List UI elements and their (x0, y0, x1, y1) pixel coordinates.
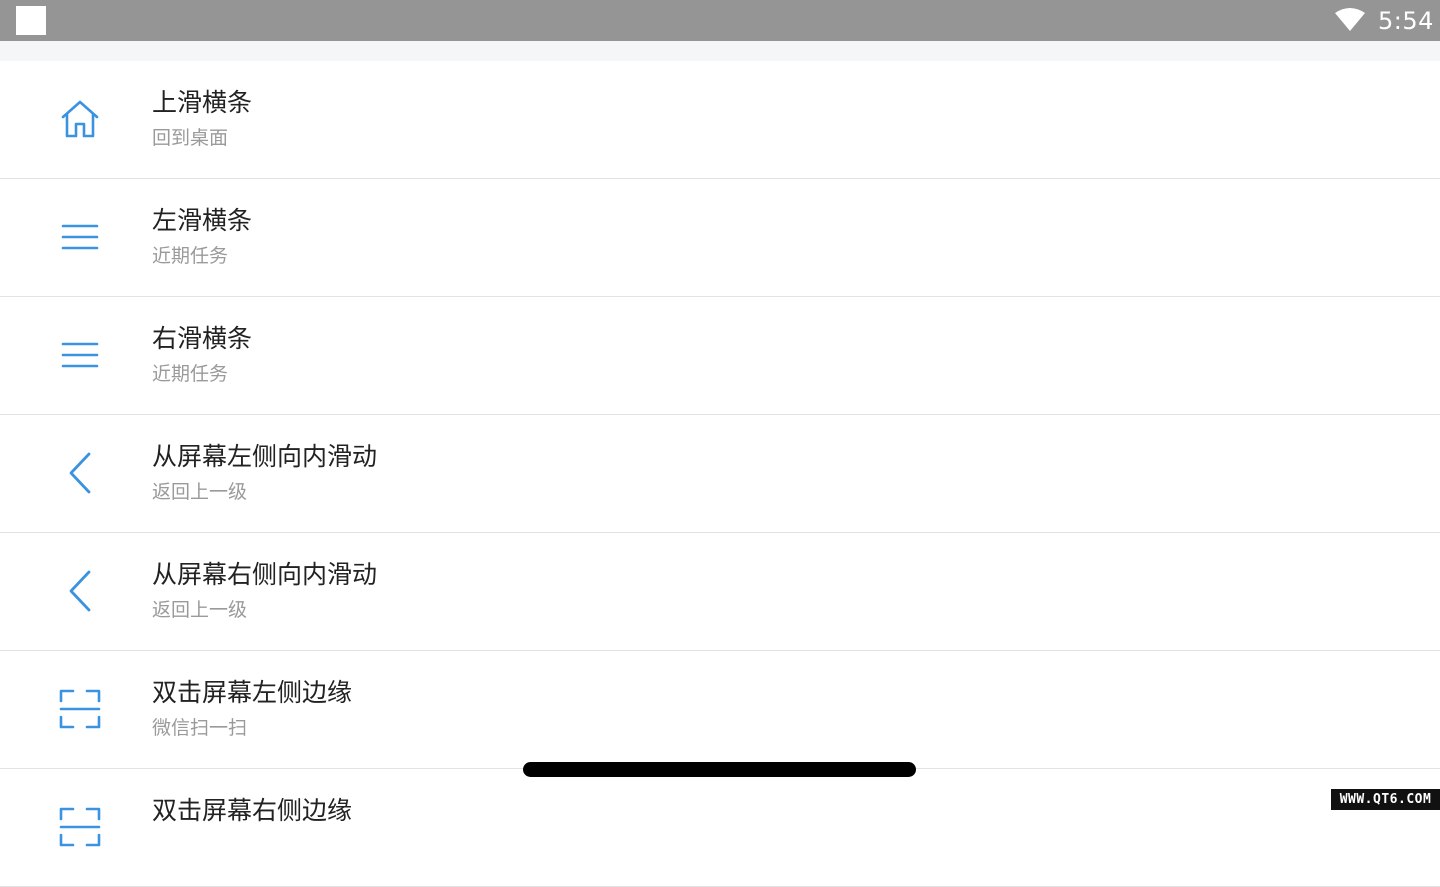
gesture-subtitle: 返回上一级 (152, 481, 248, 503)
gesture-title: 上滑横条 (152, 88, 253, 117)
chevron-left-icon (56, 449, 104, 497)
gesture-item-double-tap-right-edge[interactable]: 双击屏幕右侧边缘 (0, 769, 1440, 887)
scan-icon (56, 685, 104, 733)
gesture-title: 双击屏幕右侧边缘 (152, 796, 353, 825)
gesture-title: 左滑横条 (152, 206, 253, 235)
wifi-icon (1335, 8, 1365, 31)
gesture-subtitle: 近期任务 (152, 245, 229, 267)
status-time: 5:54 (1378, 7, 1434, 35)
watermark: WWW.QT6.COM (1331, 789, 1440, 810)
menu-icon (56, 331, 104, 379)
top-strip (0, 41, 1440, 61)
gesture-item-swipe-from-right-edge[interactable]: 从屏幕右侧向内滑动 返回上一级 (0, 533, 1440, 651)
gesture-subtitle: 返回上一级 (152, 599, 248, 621)
gesture-item-swipe-from-left-edge[interactable]: 从屏幕左侧向内滑动 返回上一级 (0, 415, 1440, 533)
scan-icon (56, 803, 104, 851)
gesture-item-swipe-left-bar[interactable]: 左滑横条 近期任务 (0, 179, 1440, 297)
home-icon (56, 95, 104, 143)
gesture-title: 双击屏幕左侧边缘 (152, 678, 353, 707)
home-indicator-bar[interactable] (523, 762, 916, 777)
gesture-title: 从屏幕左侧向内滑动 (152, 442, 378, 471)
gesture-item-swipe-up-bar[interactable]: 上滑横条 回到桌面 (0, 61, 1440, 179)
gesture-title: 右滑横条 (152, 324, 253, 353)
gesture-subtitle: 近期任务 (152, 363, 229, 385)
gesture-item-swipe-right-bar[interactable]: 右滑横条 近期任务 (0, 297, 1440, 415)
gesture-subtitle: 微信扫一扫 (152, 717, 248, 739)
chevron-left-icon (56, 567, 104, 615)
gesture-subtitle: 回到桌面 (152, 127, 229, 149)
status-bar: 5:54 (0, 0, 1440, 41)
gesture-item-double-tap-left-edge[interactable]: 双击屏幕左侧边缘 微信扫一扫 (0, 651, 1440, 769)
square-notification-icon (16, 6, 46, 35)
gesture-title: 从屏幕右侧向内滑动 (152, 560, 378, 589)
menu-icon (56, 213, 104, 261)
